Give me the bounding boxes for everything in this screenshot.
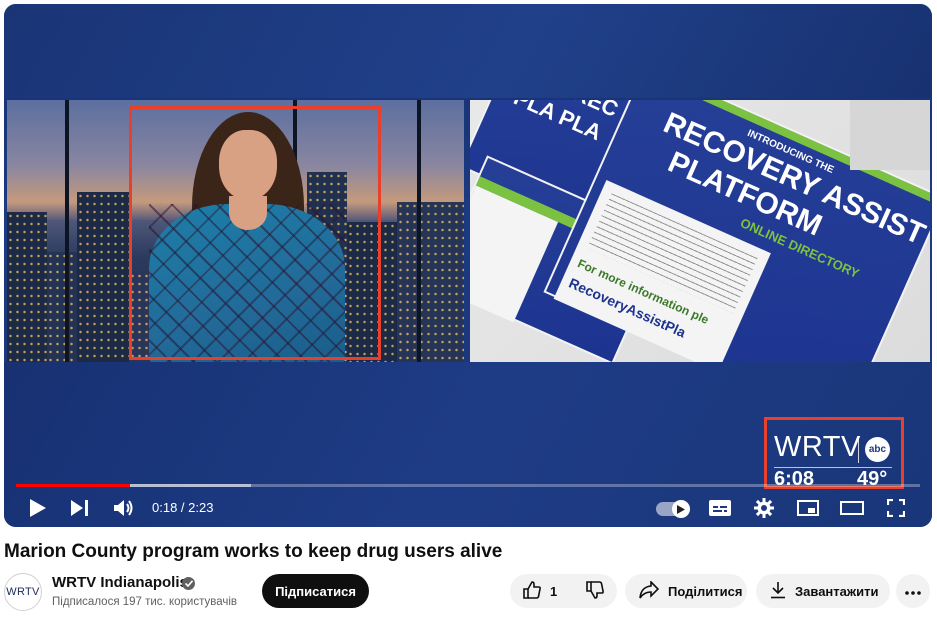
gear-icon[interactable] <box>750 494 778 522</box>
thumbs-down-icon <box>585 580 605 603</box>
highlight-box-overlay <box>764 417 904 489</box>
next-icon[interactable] <box>66 494 94 522</box>
share-label: Поділитися <box>668 583 743 599</box>
video-title: Marion County program works to keep drug… <box>4 541 503 562</box>
download-icon <box>770 581 786 602</box>
time-display: 0:18 / 2:23 <box>152 500 214 515</box>
thumbs-up-icon <box>522 580 542 603</box>
more-horizontal-icon <box>905 582 921 600</box>
video-background-top <box>4 4 932 98</box>
autoplay-toggle-icon[interactable] <box>656 500 690 518</box>
download-label: Завантажити <box>795 583 879 599</box>
video-player[interactable]: REC REC PLATFORM PLA PLA INTRODUCING THE… <box>4 4 932 527</box>
share-icon <box>639 579 660 602</box>
fullscreen-icon[interactable] <box>882 494 910 522</box>
volume-icon[interactable] <box>110 494 138 522</box>
like-button[interactable]: 1 <box>510 574 571 608</box>
verified-icon <box>182 577 195 590</box>
avatar[interactable]: WRTV <box>4 573 42 611</box>
download-button[interactable]: Завантажити <box>756 574 890 608</box>
channel-name[interactable]: WRTV Indianapolis <box>52 574 188 591</box>
subscriber-count: Підписалося 197 тис. користувачів <box>52 596 237 608</box>
progress-bar[interactable] <box>16 484 920 487</box>
more-actions-button[interactable] <box>896 574 930 608</box>
progress-played <box>16 484 130 487</box>
highlight-box-anchor <box>129 106 381 360</box>
dislike-button[interactable] <box>571 574 619 608</box>
miniplayer-icon[interactable] <box>794 494 822 522</box>
video-frame-flyers: REC REC PLATFORM PLA PLA INTRODUCING THE… <box>470 100 930 362</box>
like-dislike-group: 1 <box>510 574 617 608</box>
wrtv-overlay: WRTV abc 6:08 49° <box>764 417 904 490</box>
like-count: 1 <box>550 583 558 599</box>
play-icon[interactable] <box>24 494 52 522</box>
share-button[interactable]: Поділитися <box>625 574 747 608</box>
theater-mode-icon[interactable] <box>838 494 866 522</box>
video-frame-anchor <box>7 100 464 362</box>
subtitles-icon[interactable] <box>706 494 734 522</box>
subscribe-button[interactable]: Підписатися <box>262 574 369 608</box>
